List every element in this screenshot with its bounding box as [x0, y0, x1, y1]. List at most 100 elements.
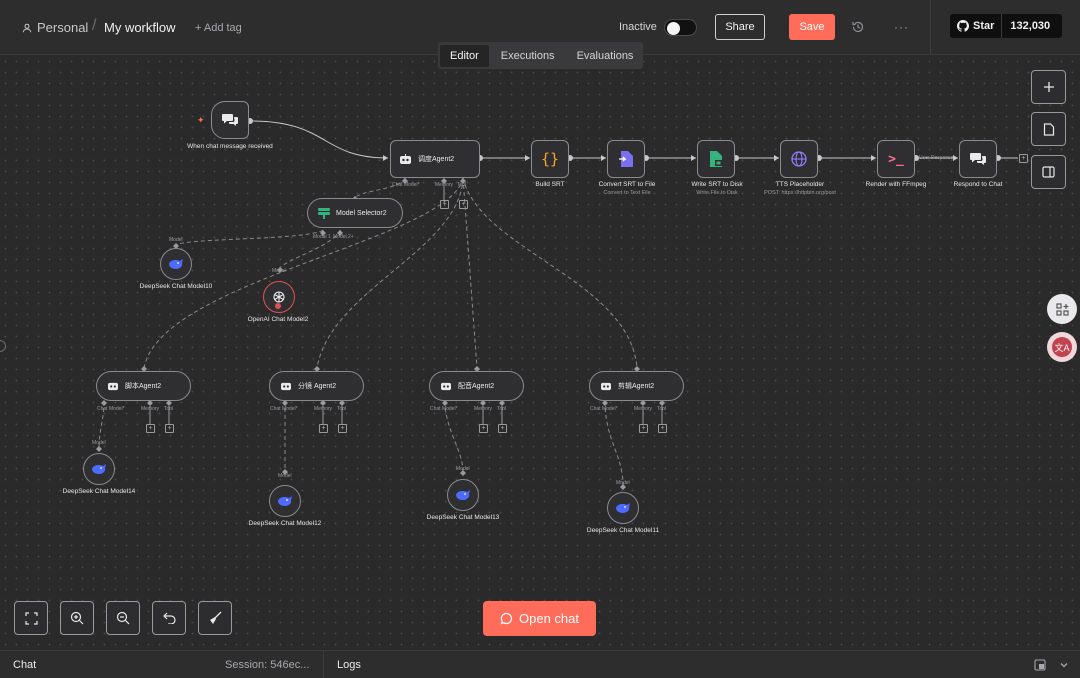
port-label: Tool — [337, 406, 347, 412]
add-tool-button[interactable]: + — [459, 200, 468, 209]
add-memory-button[interactable]: + — [639, 424, 648, 433]
add-node-button[interactable]: + — [1019, 154, 1028, 163]
globe-icon — [791, 151, 807, 167]
open-chat-label: Open chat — [519, 611, 579, 626]
broom-icon — [210, 611, 222, 624]
sidebar-icon — [1042, 166, 1055, 178]
node-storyboard-agent[interactable]: 分镜 Agent2 — [269, 371, 364, 401]
node-deepseek-11[interactable] — [607, 492, 639, 524]
github-area: Star 132,030 — [930, 0, 1080, 55]
chat-bubbles-icon — [222, 114, 238, 126]
share-button[interactable]: Share — [715, 14, 765, 40]
add-tool-button[interactable]: + — [658, 424, 667, 433]
add-tool-button[interactable]: + — [165, 424, 174, 433]
node-deepseek-10[interactable] — [160, 248, 192, 280]
add-node-panel-button[interactable] — [1031, 70, 1066, 104]
node-label: 分镜 Agent2 — [298, 383, 337, 390]
save-button[interactable]: Save — [789, 14, 835, 40]
port-label: Model — [169, 237, 183, 243]
toggle-knob — [667, 21, 680, 35]
node-write-srt[interactable] — [697, 140, 735, 178]
fit-view-button[interactable] — [14, 601, 48, 635]
sticky-note-button[interactable] — [1031, 112, 1066, 146]
node-convert-srt[interactable] — [607, 140, 645, 178]
node-respond-to-chat[interactable] — [959, 140, 997, 178]
node-tts-placeholder[interactable] — [780, 140, 818, 178]
open-chat-button[interactable]: Open chat — [483, 601, 596, 636]
chat-bubbles-icon — [970, 153, 986, 165]
zoom-in-button[interactable] — [60, 601, 94, 635]
translate-icon: 文A — [1052, 337, 1072, 357]
port-label: Model 1 — [313, 234, 331, 240]
node-label: When chat message received — [187, 143, 273, 150]
zoom-out-icon — [116, 611, 130, 625]
node-chat-trigger[interactable] — [211, 101, 249, 139]
undo-button[interactable] — [152, 601, 186, 635]
robot-icon — [400, 153, 411, 164]
github-star-button[interactable]: Star 132,030 — [950, 14, 1062, 38]
port-label: Chat Model* — [590, 406, 618, 412]
node-deepseek-14[interactable] — [83, 453, 115, 485]
add-memory-button[interactable]: + — [319, 424, 328, 433]
robot-icon — [441, 382, 451, 391]
panel-divider — [323, 651, 324, 678]
breadcrumb-project[interactable]: Personal — [22, 20, 88, 35]
logs-panel-tab[interactable]: Logs — [337, 659, 361, 671]
tab-executions[interactable]: Executions — [491, 45, 565, 67]
tab-editor[interactable]: Editor — [440, 44, 489, 67]
toggle-panel-button[interactable] — [1031, 155, 1066, 189]
fit-view-icon — [24, 611, 38, 625]
chat-panel-tab[interactable]: Chat — [13, 659, 36, 671]
port-label: Memory — [141, 406, 160, 412]
node-edit-agent[interactable]: 剪辑Agent2 — [589, 371, 684, 401]
file-write-icon — [710, 151, 722, 167]
robot-icon — [601, 382, 611, 391]
node-script-agent[interactable]: 脚本Agent2 — [96, 371, 191, 401]
undo-icon — [162, 612, 176, 624]
workflow-name[interactable]: My workflow — [104, 20, 176, 35]
node-model-selector[interactable]: Model Selector2 — [307, 198, 403, 228]
zoom-out-button[interactable] — [106, 601, 140, 635]
project-label: Personal — [37, 20, 89, 35]
edge-label: User Response — [919, 155, 954, 161]
more-options-icon[interactable]: ··· — [894, 20, 909, 34]
collapse-panel-icon[interactable] — [1058, 659, 1070, 671]
port-label: Model — [456, 466, 470, 472]
warning-badge-icon — [275, 303, 281, 309]
node-label: Render with FFmpeg — [865, 181, 927, 188]
plus-icon — [1043, 82, 1054, 92]
add-memory-button[interactable]: + — [440, 200, 449, 209]
pop-out-icon[interactable] — [1034, 659, 1046, 671]
tab-evaluations[interactable]: Evaluations — [567, 45, 644, 67]
node-main-agent[interactable]: 调度Agent2 — [390, 140, 480, 178]
file-convert-icon — [619, 151, 633, 167]
port-label: Model — [272, 268, 286, 274]
add-tool-button[interactable]: + — [498, 424, 507, 433]
code-braces-icon: {} — [540, 150, 560, 168]
node-deepseek-13[interactable] — [447, 479, 479, 511]
tidy-up-button[interactable] — [198, 601, 232, 635]
active-toggle[interactable] — [664, 19, 697, 36]
translate-float-button[interactable]: 文A — [1047, 332, 1077, 362]
github-star-count: 132,030 — [1010, 20, 1051, 32]
port-label: Memory — [474, 406, 493, 412]
node-label: DeepSeek Chat Model13 — [426, 514, 500, 521]
port-label: Tool — [457, 182, 467, 188]
add-memory-button[interactable]: + — [479, 424, 488, 433]
note-icon — [1043, 122, 1054, 136]
node-label: DeepSeek Chat Model11 — [586, 527, 660, 534]
add-tag-button[interactable]: + Add tag — [195, 22, 242, 34]
apps-float-button[interactable] — [1047, 294, 1077, 324]
history-icon[interactable] — [850, 19, 866, 35]
node-deepseek-12[interactable] — [269, 485, 301, 517]
node-render-ffmpeg[interactable]: >_ — [877, 140, 915, 178]
node-build-srt[interactable]: {} — [531, 140, 569, 178]
view-tabs: Editor Executions Evaluations — [438, 42, 643, 69]
deepseek-whale-icon — [456, 490, 470, 500]
node-subtitle: POST: https://httpbin.org/post — [764, 190, 836, 196]
add-memory-button[interactable]: + — [146, 424, 155, 433]
github-star-label: Star — [973, 20, 995, 32]
add-tool-button[interactable]: + — [338, 424, 347, 433]
node-voice-agent[interactable]: 配音Agent2 — [429, 371, 524, 401]
deepseek-whale-icon — [278, 496, 292, 506]
